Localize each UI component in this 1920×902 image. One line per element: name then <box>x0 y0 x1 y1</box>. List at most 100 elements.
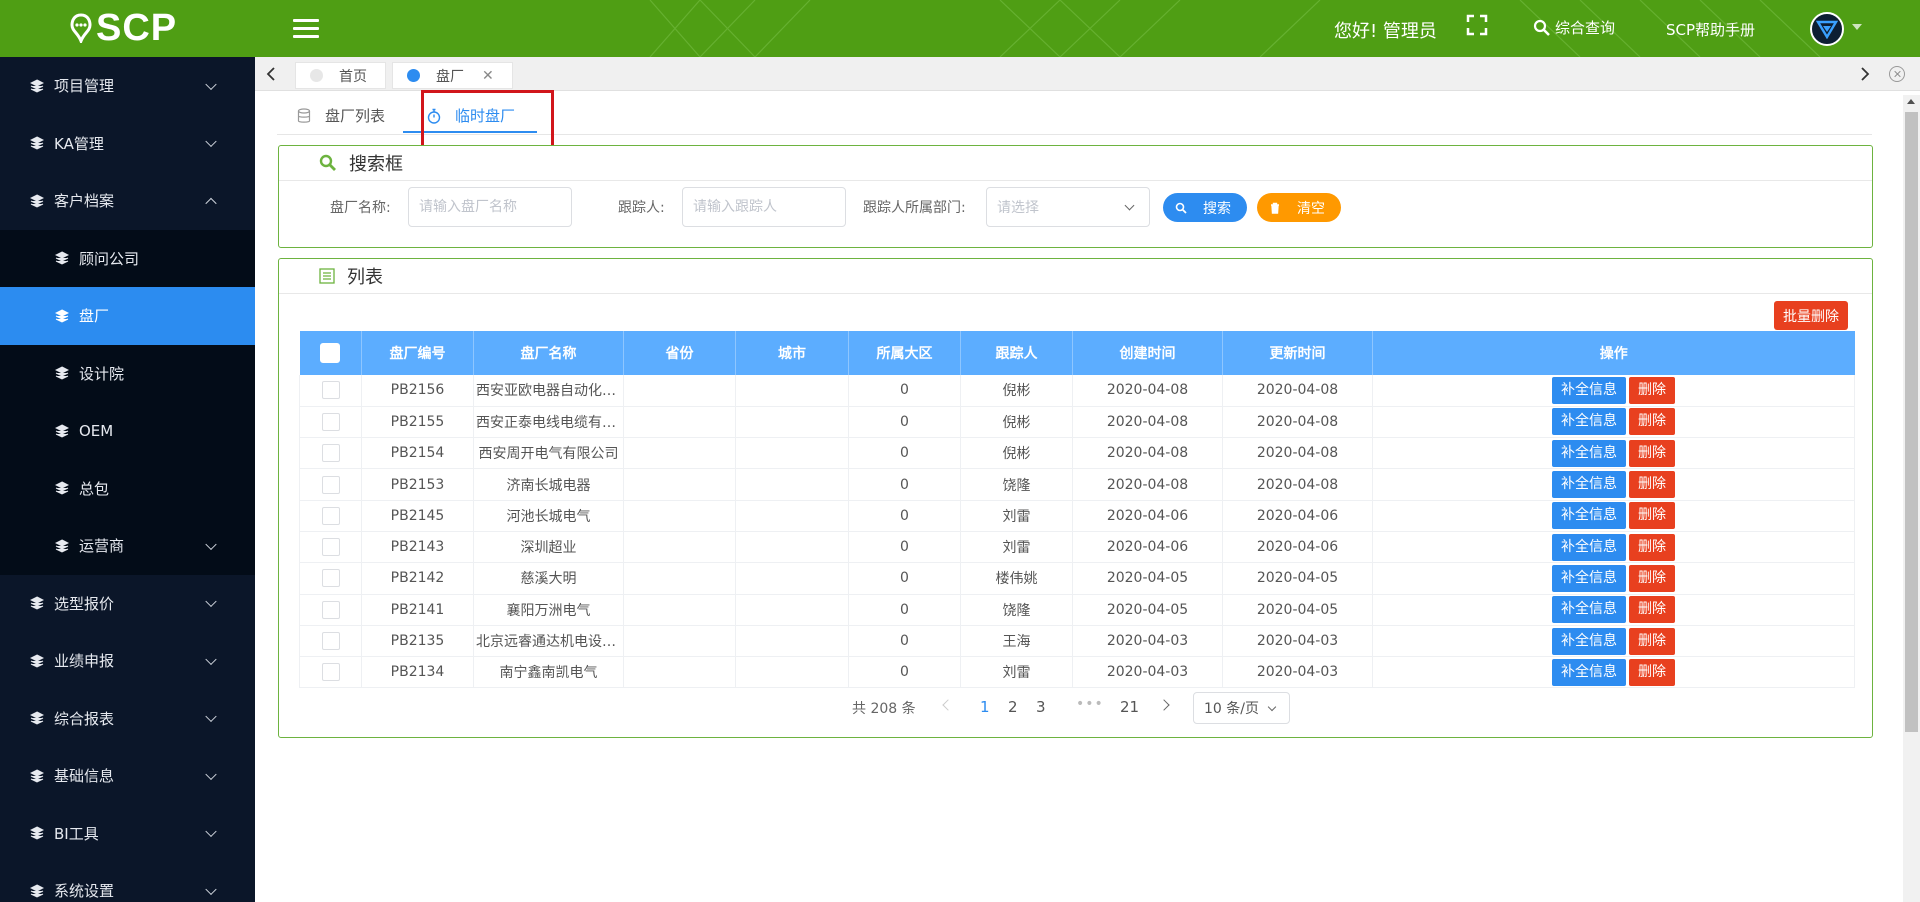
delete-button[interactable]: 删除 <box>1629 439 1675 467</box>
user-menu-caret-icon[interactable] <box>1852 24 1862 30</box>
sidebar-item-system-settings[interactable]: 系统设置 <box>0 862 255 902</box>
subtab-panel-factory-list[interactable]: 盘厂列表 <box>297 105 385 126</box>
cell-province <box>623 656 736 689</box>
fullscreen-icon[interactable] <box>1466 14 1488 36</box>
row-checkbox[interactable] <box>321 506 340 525</box>
sidebar-subitem-panel-factory[interactable]: 盘厂 <box>0 287 255 345</box>
sidebar-subitem-consulting-company[interactable]: 顾问公司 <box>0 230 255 288</box>
global-query-link[interactable]: 综合查询 <box>1533 17 1615 38</box>
row-checkbox[interactable] <box>321 475 340 494</box>
chevron-down-icon <box>205 538 217 550</box>
sidebar-item-basic-info[interactable]: 基础信息 <box>0 747 255 805</box>
column-header[interactable]: 所属大区 <box>848 331 961 375</box>
delete-button[interactable]: 删除 <box>1629 658 1675 686</box>
layers-icon <box>30 769 44 783</box>
sidebar-item-ka-management[interactable]: KA管理 <box>0 115 255 173</box>
sidebar-subitem-design-institute[interactable]: 设计院 <box>0 345 255 403</box>
row-checkbox[interactable] <box>321 569 340 588</box>
delete-button[interactable]: 删除 <box>1629 564 1675 592</box>
supplement-info-button[interactable]: 补全信息 <box>1552 596 1626 624</box>
column-header[interactable]: 盘厂编号 <box>361 331 474 375</box>
sidebar-item-selection-quote[interactable]: 选型报价 <box>0 575 255 633</box>
column-header[interactable]: 省份 <box>623 331 736 375</box>
page-number-3[interactable]: 3 <box>1036 698 1046 716</box>
supplement-info-button[interactable]: 补全信息 <box>1552 564 1626 592</box>
row-checkbox[interactable] <box>321 632 340 651</box>
delete-button[interactable]: 删除 <box>1629 408 1675 436</box>
tabs-scroll-left-icon[interactable] <box>261 63 283 85</box>
cell-actions: 补全信息 删除 <box>1372 500 1855 532</box>
delete-button[interactable]: 删除 <box>1629 627 1675 655</box>
delete-button[interactable]: 删除 <box>1629 533 1675 561</box>
clear-button[interactable]: 清空 <box>1257 193 1341 222</box>
sidebar-subitem-general-contractor[interactable]: 总包 <box>0 460 255 518</box>
tab-panel-factory[interactable]: 盘厂 ✕ <box>392 62 513 89</box>
cell-name: 西安正泰电线电缆有限公司 <box>473 406 624 439</box>
scrollbar-thumb[interactable] <box>1905 112 1918 732</box>
help-manual-link[interactable]: SCP帮助手册 <box>1666 19 1755 40</box>
supplement-info-button[interactable]: 补全信息 <box>1552 439 1626 467</box>
row-checkbox[interactable] <box>321 600 340 619</box>
prev-page-icon[interactable] <box>942 699 954 711</box>
cell-province <box>623 437 736 470</box>
sidebar-subitem-oem[interactable]: OEM <box>0 402 255 460</box>
app-logo[interactable]: SCP <box>70 6 177 50</box>
supplement-info-button[interactable]: 补全信息 <box>1552 627 1626 655</box>
tabs-scroll-right-icon[interactable] <box>1853 63 1875 85</box>
supplement-info-button[interactable]: 补全信息 <box>1552 376 1626 404</box>
supplement-info-button[interactable]: 补全信息 <box>1552 658 1626 686</box>
next-page-icon[interactable] <box>1158 699 1170 711</box>
column-header[interactable]: 盘厂名称 <box>473 331 624 375</box>
tab-home[interactable]: 首页 <box>295 62 386 89</box>
tab-close-icon[interactable]: ✕ <box>482 68 494 84</box>
supplement-info-button[interactable]: 补全信息 <box>1552 471 1626 499</box>
column-header[interactable]: 创建时间 <box>1072 331 1223 375</box>
scroll-up-arrow-icon[interactable] <box>1907 99 1915 104</box>
row-checkbox[interactable] <box>321 381 340 400</box>
page-ellipsis[interactable]: ••• <box>1076 696 1104 712</box>
sidebar-item-performance-report[interactable]: 业绩申报 <box>0 632 255 690</box>
delete-button[interactable]: 删除 <box>1629 502 1675 530</box>
layers-icon <box>30 194 44 208</box>
sidebar-item-project-management[interactable]: 项目管理 <box>0 57 255 115</box>
subtab-temporary-panel-factory[interactable]: 临时盘厂 <box>427 105 515 126</box>
row-checkbox[interactable] <box>321 538 340 557</box>
search-button[interactable]: 搜索 <box>1163 193 1247 222</box>
data-table-wrapper: 盘厂编号 盘厂名称 省份 城市 所属大区 跟踪人 创建时间 更新时间 操作 PB… <box>299 331 1855 689</box>
sidebar-item-customer-archive[interactable]: 客户档案 <box>0 172 255 230</box>
delete-button[interactable]: 删除 <box>1629 376 1675 404</box>
column-header[interactable]: 城市 <box>735 331 849 375</box>
row-checkbox[interactable] <box>321 444 340 463</box>
panel-name-input[interactable] <box>408 187 572 227</box>
row-checkbox[interactable] <box>321 663 340 682</box>
sidebar-item-label: 总包 <box>79 479 110 498</box>
follower-input[interactable] <box>682 187 846 227</box>
sidebar-item-bi-tools[interactable]: BI工具 <box>0 805 255 863</box>
supplement-info-button[interactable]: 补全信息 <box>1552 533 1626 561</box>
cell-region: 0 <box>848 500 961 532</box>
page-size-select[interactable]: 10 条/页 <box>1193 692 1290 724</box>
batch-delete-button[interactable]: 批量删除 <box>1774 301 1848 330</box>
select-all-checkbox[interactable] <box>320 343 341 363</box>
layers-icon <box>30 136 44 150</box>
cell-created: 2020-04-08 <box>1072 375 1223 407</box>
column-header[interactable]: 更新时间 <box>1222 331 1373 375</box>
user-avatar[interactable] <box>1810 12 1844 46</box>
sidebar-subitem-operator[interactable]: 运营商 <box>0 517 255 575</box>
supplement-info-button[interactable]: 补全信息 <box>1552 502 1626 530</box>
close-all-tabs-icon[interactable] <box>1889 66 1905 82</box>
delete-button[interactable]: 删除 <box>1629 596 1675 624</box>
page-number-2[interactable]: 2 <box>1008 698 1018 716</box>
supplement-info-button[interactable]: 补全信息 <box>1552 408 1626 436</box>
page-scrollbar[interactable] <box>1903 95 1920 902</box>
delete-button[interactable]: 删除 <box>1629 471 1675 499</box>
menu-toggle-button[interactable] <box>293 19 319 39</box>
column-header[interactable]: 跟踪人 <box>960 331 1073 375</box>
row-checkbox[interactable] <box>321 412 340 431</box>
cell-follower: 饶隆 <box>960 594 1073 626</box>
page-number-1[interactable]: 1 <box>980 698 990 716</box>
page-number-last[interactable]: 21 <box>1120 698 1139 716</box>
dept-select[interactable]: 请选择 <box>986 187 1150 227</box>
sidebar-item-comprehensive-reports[interactable]: 综合报表 <box>0 690 255 748</box>
sidebar-item-label: BI工具 <box>54 824 99 843</box>
